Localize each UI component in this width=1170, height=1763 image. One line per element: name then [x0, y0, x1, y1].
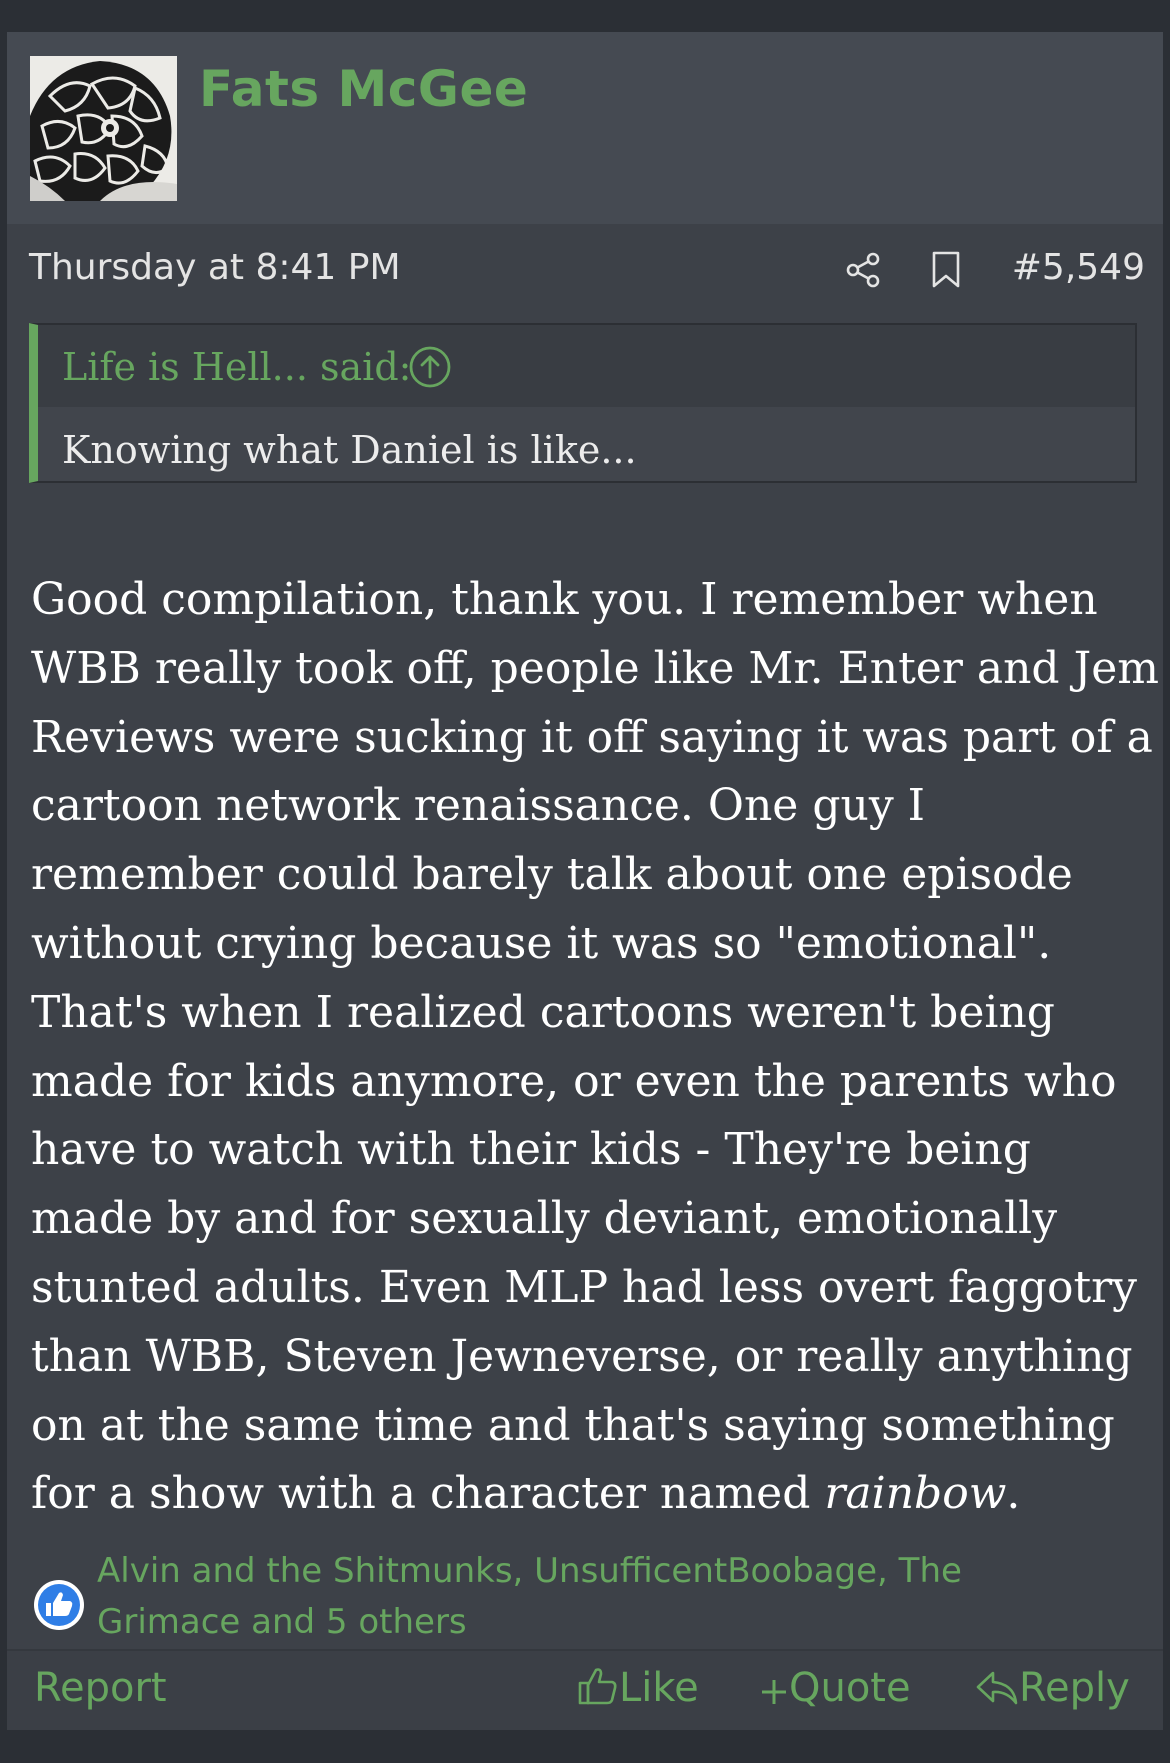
quote-button[interactable]: Quote: [759, 1665, 911, 1711]
message-text: .: [1006, 1468, 1021, 1520]
share-icon[interactable]: [844, 251, 882, 289]
message-line: remember could barely talk about one epi…: [31, 849, 1073, 901]
arrow-up-circle-icon[interactable]: [408, 345, 452, 389]
message-line: That's when I realized cartoons weren't …: [31, 986, 1055, 1038]
message-line: stunted adults. Even MLP had less overt …: [31, 1261, 1138, 1313]
thumbs-up-icon: [578, 1668, 617, 1705]
message-line: have to watch with their kids - They're …: [31, 1124, 1031, 1176]
like-button[interactable]: Like: [577, 1665, 699, 1711]
post-actions-bar: Report Like Quote Reply: [7, 1649, 1163, 1730]
quote-block: Life is Hell... said: Knowing what Danie…: [29, 323, 1137, 483]
reaction-users-link[interactable]: Alvin and the Shitmunks, UnsufficentBoob…: [97, 1546, 1107, 1648]
message-line: on at the same time and that's saying so…: [31, 1399, 1115, 1451]
message-line: Reviews were sucking it off saying it wa…: [31, 711, 1153, 763]
message-line: made by and for sexually deviant, emotio…: [31, 1193, 1058, 1245]
post-timestamp[interactable]: Thursday at 8:41 PM: [29, 247, 401, 288]
forum-post: Fats McGee Thursday at 8:41 PM #5,549 Li…: [7, 32, 1163, 1730]
bookmark-icon[interactable]: [931, 251, 961, 289]
page-top-strip: [0, 0, 1170, 32]
message-line: without crying because it was so "emotio…: [31, 917, 1052, 969]
reactions-bar: Alvin and the Shitmunks, UnsufficentBoob…: [29, 1546, 1129, 1656]
post-message: Good compilation, thank you. I remember …: [31, 566, 1161, 1529]
message-line-last: for a show with a character named rainbo…: [31, 1460, 1161, 1529]
message-emphasis: rainbow: [824, 1468, 1007, 1520]
reply-button[interactable]: Reply: [975, 1665, 1130, 1711]
plus-icon: [762, 1680, 786, 1704]
reply-arrow-icon: [976, 1671, 1018, 1705]
post-number-link[interactable]: #5,549: [1012, 247, 1145, 288]
post-user-header: Fats McGee: [7, 32, 1163, 224]
message-line: cartoon network renaissance. One guy I: [31, 780, 926, 832]
user-avatar[interactable]: [30, 56, 177, 201]
quote-author-link[interactable]: Life is Hell... said:: [62, 345, 411, 389]
quote-label: Quote: [789, 1665, 911, 1711]
reaction-users-line: Alvin and the Shitmunks, UnsufficentBoob…: [97, 1551, 962, 1591]
like-label: Like: [619, 1665, 699, 1711]
report-button[interactable]: Report: [34, 1665, 167, 1711]
quote-text: Knowing what Daniel is like...: [62, 428, 637, 472]
quote-header: Life is Hell... said:: [38, 325, 1135, 407]
thumbs-up-badge-icon: [34, 1580, 84, 1630]
message-line: Good compilation, thank you. I remember …: [31, 574, 1098, 625]
message-line: than WBB, Steven Jewneverse, or really a…: [31, 1330, 1133, 1382]
reply-label: Reply: [1019, 1665, 1130, 1711]
page-bottom-strip: [0, 1730, 1170, 1763]
message-line: made for kids anymore, or even the paren…: [31, 1055, 1117, 1107]
post-meta: Thursday at 8:41 PM #5,549: [29, 247, 1145, 295]
message-line: WBB really took off, people like Mr. Ent…: [31, 642, 1159, 694]
reaction-users-line: Grimace and 5 others: [97, 1602, 467, 1642]
message-text: for a show with a character named: [31, 1468, 825, 1520]
username-link[interactable]: Fats McGee: [199, 60, 528, 118]
